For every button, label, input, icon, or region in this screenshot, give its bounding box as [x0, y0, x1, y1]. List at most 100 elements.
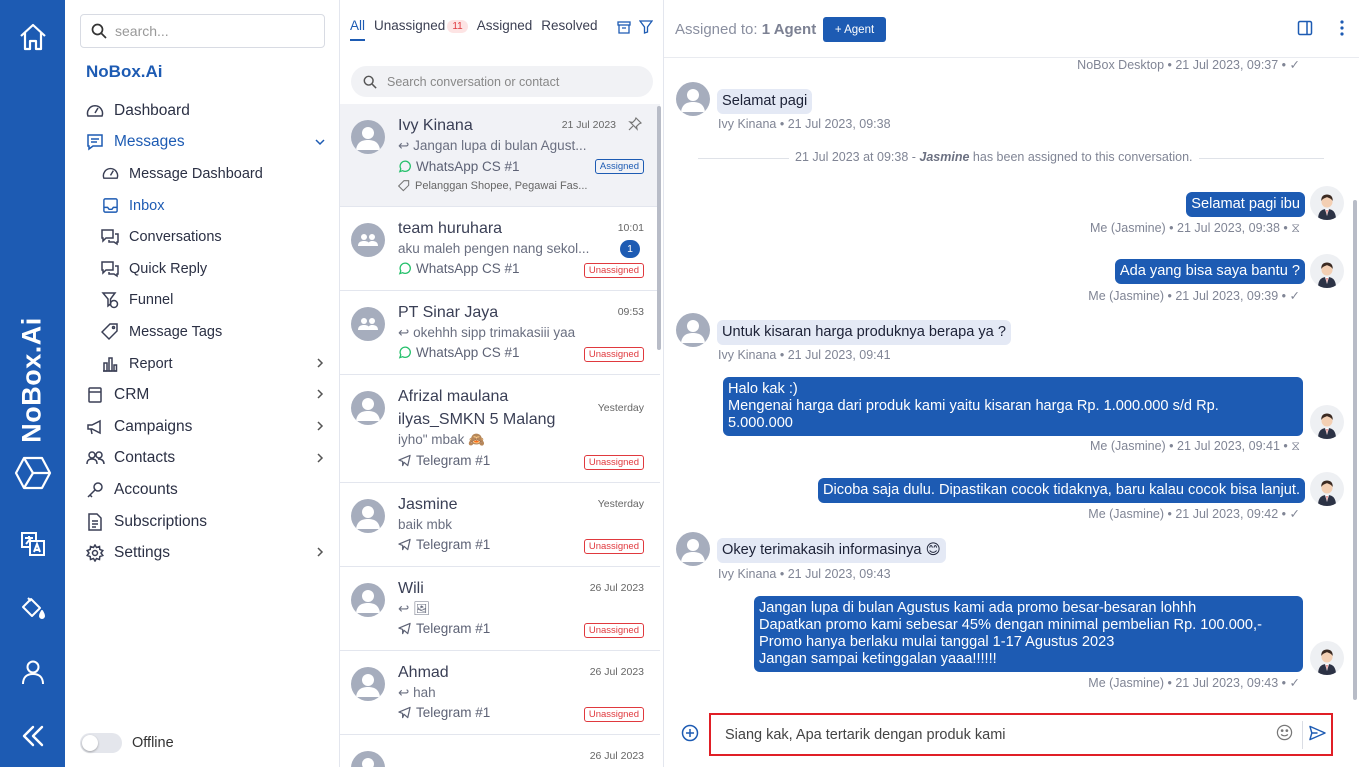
gear-icon	[85, 543, 105, 563]
chevron-right-icon	[317, 421, 324, 431]
outgoing-message: Selamat pagi ibu	[1186, 192, 1305, 217]
nav-item-crm[interactable]: CRM	[65, 379, 340, 411]
conversation-channel: WhatsApp CS #1	[398, 159, 520, 174]
conversation-item[interactable]: Ivy Kinana 21 Jul 2023 ↩ Jangan lupa di …	[340, 104, 660, 207]
composer-box[interactable]	[709, 713, 1333, 756]
tab-assigned[interactable]: Assigned	[477, 18, 533, 41]
nav-item-label: Messages	[114, 133, 185, 151]
nav-item-inbox[interactable]: Inbox	[65, 190, 340, 222]
contact-name: Wili	[398, 580, 424, 597]
conversation-list: Ivy Kinana 21 Jul 2023 ↩ Jangan lupa di …	[340, 104, 660, 767]
nav-item-subscriptions[interactable]: Subscriptions	[65, 506, 340, 538]
user-icon[interactable]	[16, 655, 50, 689]
chat-scrollbar[interactable]	[1353, 200, 1357, 700]
chevron-right-icon	[317, 547, 324, 557]
nav-brand: NoBox.Ai	[86, 62, 163, 81]
nav-menu: Dashboard Messages Message Dashboard Inb…	[65, 95, 340, 569]
nav-item-campaigns[interactable]: Campaigns	[65, 411, 340, 443]
contacts-icon	[85, 448, 105, 468]
nav-item-message-dashboard[interactable]: Message Dashboard	[65, 158, 340, 190]
reply-icon: ↩	[398, 138, 414, 153]
conversation-channel: Telegram #1	[398, 453, 490, 468]
nav-item-dashboard[interactable]: Dashboard	[65, 95, 340, 127]
add-attachment-icon[interactable]	[681, 724, 699, 742]
nav-item-conversations[interactable]: Conversations	[65, 221, 340, 253]
nav-item-label: Message Tags	[129, 323, 223, 340]
tag-icon	[398, 180, 410, 192]
nav-item-quick-reply[interactable]: Quick Reply	[65, 253, 340, 285]
collapse-sidebar-icon[interactable]	[16, 719, 50, 753]
conversation-item[interactable]: 26 Jul 2023	[340, 735, 660, 767]
conversation-preview: ↩ Jangan lupa di bulan Agust...	[398, 138, 587, 153]
nav-item-contacts[interactable]: Contacts	[65, 443, 340, 475]
nav-item-message-tags[interactable]: Message Tags	[65, 316, 340, 348]
message-meta: NoBox Desktop • 21 Jul 2023, 09:37 • ✓	[1077, 58, 1300, 72]
telegram-icon	[398, 622, 411, 635]
conversation-item[interactable]: Afrizal maulana ilyas_SMKN 5 Malang Yest…	[340, 375, 660, 483]
contact-name: team huruhara	[398, 220, 503, 237]
nav-sidebar: NoBox.Ai Dashboard Messages Message Dash…	[65, 0, 340, 767]
nav-item-funnel[interactable]: Funnel	[65, 285, 340, 317]
conversation-preview: iyho" mbak 🙈	[398, 432, 485, 447]
message-composer	[664, 700, 1359, 767]
telegram-icon	[398, 538, 411, 551]
search-icon	[91, 23, 107, 39]
conversation-item[interactable]: Ahmad 26 Jul 2023 ↩ hah Telegram #1 Unas…	[340, 651, 660, 735]
agent-avatar	[1310, 186, 1344, 220]
nav-item-label: Quick Reply	[129, 260, 208, 277]
tab-all[interactable]: All	[350, 18, 366, 41]
conversation-search-input[interactable]	[387, 74, 637, 89]
archive-icon[interactable]	[617, 20, 631, 34]
nav-item-accounts[interactable]: Accounts	[65, 474, 340, 506]
outgoing-message: Jangan lupa di bulan Agustus kami ada pr…	[754, 596, 1303, 672]
translate-icon[interactable]	[16, 527, 50, 561]
group-avatar	[351, 307, 385, 341]
conversation-item[interactable]: Wili 26 Jul 2023 ↩ 🖼 Telegram #1 Unassig…	[340, 567, 660, 651]
online-toggle[interactable]	[80, 733, 122, 753]
status-badge: Unassigned	[583, 455, 644, 470]
nav-item-settings[interactable]: Settings	[65, 537, 340, 569]
nav-item-label: Message Dashboard	[129, 165, 263, 182]
conversation-item[interactable]: Jasmine Yesterday baik mbk Telegram #1 U…	[340, 483, 660, 567]
panel-toggle-icon[interactable]	[1297, 20, 1313, 36]
filter-icon[interactable]	[639, 20, 653, 34]
emoji-icon[interactable]	[1276, 724, 1293, 741]
agent-avatar	[1310, 254, 1344, 288]
conversation-preview: baik mbk	[398, 517, 453, 532]
key-icon	[85, 480, 105, 500]
add-agent-button[interactable]: + Agent	[823, 17, 886, 42]
tab-unassigned[interactable]: Unassigned 11	[374, 18, 468, 41]
messages-icon	[85, 132, 105, 152]
paint-bucket-icon[interactable]	[16, 591, 50, 625]
home-icon[interactable]	[16, 20, 50, 54]
conversation-time: 09:53	[617, 306, 644, 318]
agent-avatar	[1310, 405, 1344, 439]
whatsapp-icon	[398, 346, 411, 359]
conversation-preview: ↩ hah	[398, 685, 436, 700]
contact-avatar	[351, 499, 385, 533]
contact-avatar	[351, 391, 385, 425]
nav-item-messages[interactable]: Messages	[65, 127, 340, 159]
more-vertical-icon[interactable]	[1339, 20, 1345, 36]
send-icon[interactable]	[1309, 725, 1326, 741]
conversation-search-box[interactable]	[351, 66, 653, 97]
conversation-item[interactable]: PT Sinar Jaya 09:53 ↩ okehhh sipp trimak…	[340, 291, 660, 375]
message-input[interactable]	[725, 726, 1275, 743]
conversation-item[interactable]: team huruhara 10:01 aku maleh pengen nan…	[340, 207, 660, 291]
speedometer-icon	[85, 101, 105, 121]
unread-count-badge: 1	[620, 240, 640, 258]
nav-search-box[interactable]	[80, 14, 325, 48]
conversation-preview: ↩ 🖼	[398, 601, 431, 616]
status-badge: Unassigned	[583, 623, 644, 638]
conversation-list-scrollbar[interactable]	[657, 106, 661, 350]
chevron-right-icon	[317, 453, 324, 463]
nav-search-input[interactable]	[115, 23, 305, 39]
message-meta: Me (Jasmine) • 21 Jul 2023, 09:42 • ✓	[1088, 507, 1300, 521]
status-badge: Unassigned	[583, 347, 644, 362]
group-avatar	[351, 223, 385, 257]
reply-icon: ↩	[398, 601, 414, 616]
rail-brand-text: NoBox.Ai	[16, 317, 47, 443]
nav-item-report[interactable]: Report	[65, 348, 340, 380]
pin-icon[interactable]	[628, 117, 642, 131]
tab-resolved[interactable]: Resolved	[541, 18, 597, 41]
